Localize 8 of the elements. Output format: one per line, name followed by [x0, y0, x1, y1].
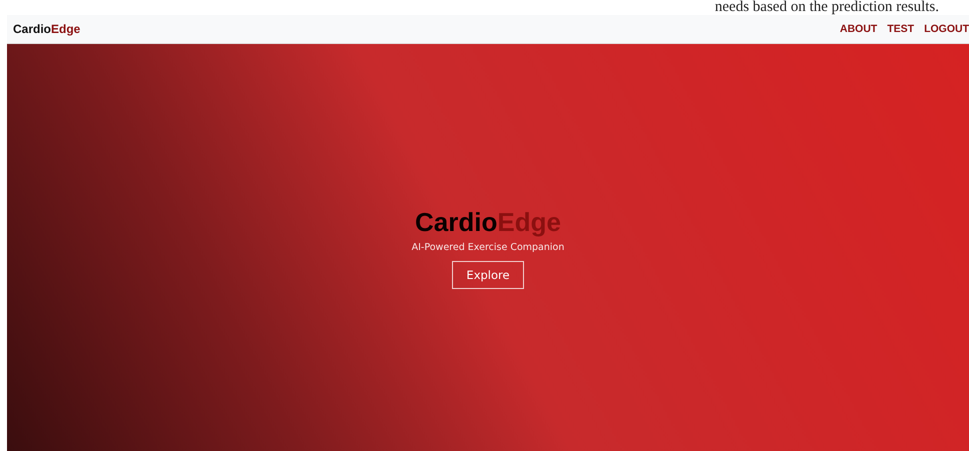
- hero-subtitle: AI-Powered Exercise Companion: [412, 242, 564, 252]
- brand-logo[interactable]: CardioEdge: [13, 22, 80, 36]
- nav-link[interactable]: ABOUT: [840, 23, 878, 35]
- hero-title: CardioEdge: [415, 206, 561, 238]
- nav-link[interactable]: TEST: [887, 23, 914, 35]
- document-text: needs based on the prediction results.: [714, 0, 939, 15]
- explore-button[interactable]: Explore: [452, 260, 524, 288]
- nav-link[interactable]: LOGOUT: [924, 23, 969, 35]
